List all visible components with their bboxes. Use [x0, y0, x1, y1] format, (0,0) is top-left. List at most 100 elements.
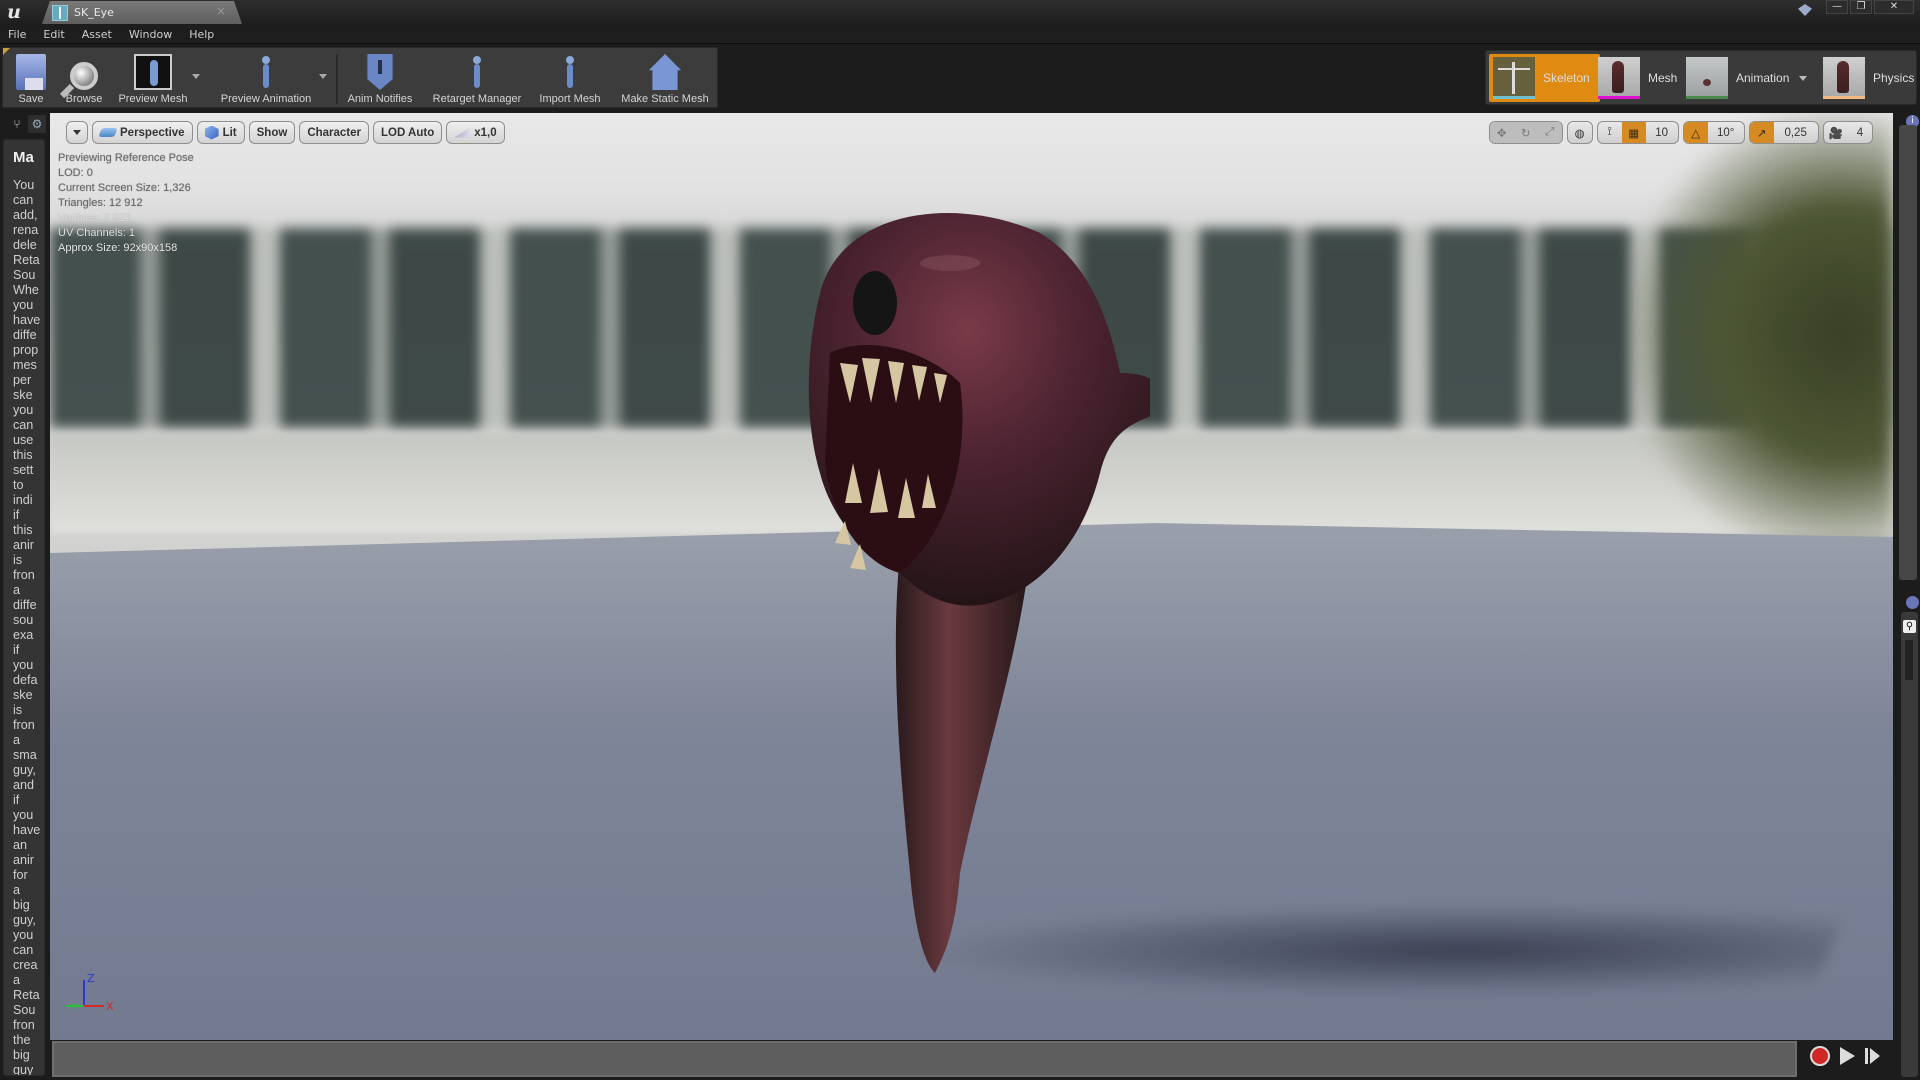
skeletal-mesh-preview[interactable] [750, 173, 1150, 973]
translate-mode-icon[interactable]: ✥ [1489, 122, 1514, 143]
import-mesh-button[interactable]: Import Mesh [535, 48, 605, 109]
description-word: sma [13, 748, 37, 762]
menu-asset[interactable]: Asset [82, 28, 112, 41]
rotation-snap-value[interactable]: 10° [1708, 122, 1744, 143]
learning-hat-icon[interactable] [1798, 4, 1812, 16]
mode-skeleton[interactable]: Skeleton [1489, 54, 1600, 102]
stat-uv-channels: UV Channels: 1 [58, 227, 136, 239]
rotation-snap-group: △ 10° [1682, 121, 1745, 144]
lod-button[interactable]: LOD Auto [373, 121, 443, 144]
animation-timeline[interactable] [52, 1041, 1797, 1077]
animation-dropdown-icon[interactable] [1799, 75, 1808, 81]
play-button[interactable] [1840, 1047, 1855, 1065]
camera-speed-value[interactable]: 4 [1848, 122, 1872, 143]
grid-snap-icon[interactable]: ▦ [1621, 122, 1646, 143]
description-word: Reta [13, 988, 40, 1002]
scale-mode-icon[interactable]: ⤢ [1537, 122, 1562, 143]
rotate-mode-icon[interactable]: ↻ [1513, 122, 1538, 143]
description-word: is [13, 553, 23, 567]
scrollbar[interactable] [1905, 640, 1913, 680]
description-word: big [13, 1048, 30, 1062]
rotation-snap-icon[interactable]: △ [1683, 122, 1708, 143]
surface-snap-icon[interactable]: ⟟ [1598, 122, 1622, 143]
menu-edit[interactable]: Edit [43, 28, 64, 41]
description-word: Whe [13, 283, 39, 297]
stat-triangles: Triangles: 12 912 [58, 197, 143, 209]
view-type-button[interactable]: Perspective [92, 121, 193, 144]
mode-mesh[interactable]: Mesh [1598, 54, 1677, 102]
document-tab[interactable]: SK_Eye × [42, 1, 242, 24]
anim-notifies-icon [367, 54, 393, 90]
browse-button[interactable]: Browse [59, 48, 109, 109]
menu-window[interactable]: Window [129, 28, 172, 41]
skeleton-tree-tab-icon[interactable]: ⑂ [8, 115, 26, 133]
asset-browser-collapsed[interactable]: ⚲ [1901, 612, 1918, 1077]
description-word: a [13, 733, 21, 747]
retarget-manager-button[interactable]: Retarget Manager [427, 48, 527, 109]
view-mode-button[interactable]: Lit [196, 121, 245, 144]
description-word: you [13, 298, 34, 312]
description-word: rena [13, 223, 39, 237]
window-controls: — ❐ ✕ [1826, 0, 1914, 14]
description-word: an [13, 838, 28, 852]
show-button[interactable]: Show [248, 121, 296, 144]
save-button[interactable]: Save [9, 48, 53, 109]
description-word: can [13, 943, 34, 957]
unreal-logo-icon[interactable]: u [2, 0, 26, 24]
make-static-mesh-button[interactable]: Make Static Mesh [617, 48, 713, 109]
mode-animation[interactable]: Animation [1686, 54, 1808, 102]
description-word: is [13, 703, 23, 717]
main-toolbar: Save Browse Preview Mesh Preview Animati… [2, 47, 718, 108]
grid-snap-value[interactable]: 10 [1646, 122, 1678, 143]
description-word: diffe [13, 598, 37, 612]
description-word: a [13, 883, 21, 897]
description-word: anir [13, 538, 34, 552]
persona-editor-window: u SK_Eye × — ❐ ✕ File Edit Asset Window … [0, 0, 1920, 1080]
settings-tab-icon[interactable]: ⚙ [28, 115, 46, 133]
restore-button[interactable]: ❐ [1850, 0, 1872, 14]
description-word: you [13, 658, 34, 672]
search-icon[interactable]: ⚲ [1903, 620, 1916, 633]
description-word: guy [13, 1063, 34, 1076]
record-button[interactable] [1810, 1046, 1830, 1066]
viewport-options-button[interactable] [66, 121, 88, 144]
document-tab-label: SK_Eye [74, 6, 114, 19]
step-forward-button[interactable] [1865, 1048, 1880, 1064]
menu-help[interactable]: Help [189, 28, 214, 41]
preview-animation-button[interactable]: Preview Animation [213, 48, 319, 109]
viewport-stats: Previewing Reference Pose LOD: 0 Current… [58, 151, 194, 256]
anim-notifies-button[interactable]: Anim Notifies [343, 48, 417, 109]
physics-thumbnail-icon [1823, 57, 1865, 99]
axis-x-label: X [106, 1000, 114, 1013]
skeletal-mesh-icon [52, 4, 68, 21]
mode-physics[interactable]: Physics [1823, 54, 1914, 102]
description-word: to [13, 478, 24, 492]
transport-controls [1810, 1046, 1880, 1066]
save-icon [16, 54, 46, 90]
preview-animation-dropdown-icon[interactable] [319, 74, 327, 79]
close-button[interactable]: ✕ [1874, 0, 1914, 14]
description-word: prop [13, 343, 39, 357]
stat-vertices: Vertices: 7 927 [58, 212, 131, 224]
playback-speed-button[interactable]: x1,0 [446, 121, 505, 144]
preview-mesh-button[interactable]: Preview Mesh [115, 48, 191, 109]
details-panel-collapsed[interactable] [1899, 125, 1917, 580]
character-button[interactable]: Character [299, 121, 370, 144]
preview-animation-icon [248, 54, 284, 90]
asset-browser-tab-icon[interactable] [1906, 596, 1919, 609]
minimize-button[interactable]: — [1826, 0, 1848, 14]
menu-file[interactable]: File [8, 28, 26, 41]
description-word: and [13, 778, 35, 792]
tab-close-icon[interactable]: × [216, 4, 226, 18]
preview-mesh-dropdown-icon[interactable] [192, 74, 200, 79]
description-word: anir [13, 853, 34, 867]
retarget-manager-icon [459, 54, 495, 90]
description-word: if [13, 508, 20, 522]
viewport[interactable]: Perspective Lit Show Character LOD Auto … [50, 113, 1893, 1040]
description-word: crea [13, 958, 38, 972]
scale-snap-icon[interactable]: ↗ [1749, 122, 1774, 143]
grid-snap-group: ⟟ ▦ 10 [1596, 121, 1679, 144]
camera-speed-icon[interactable]: 🎥 [1824, 122, 1848, 143]
world-coordinates-icon[interactable]: ◍ [1568, 122, 1592, 143]
scale-snap-value[interactable]: 0,25 [1774, 122, 1818, 143]
